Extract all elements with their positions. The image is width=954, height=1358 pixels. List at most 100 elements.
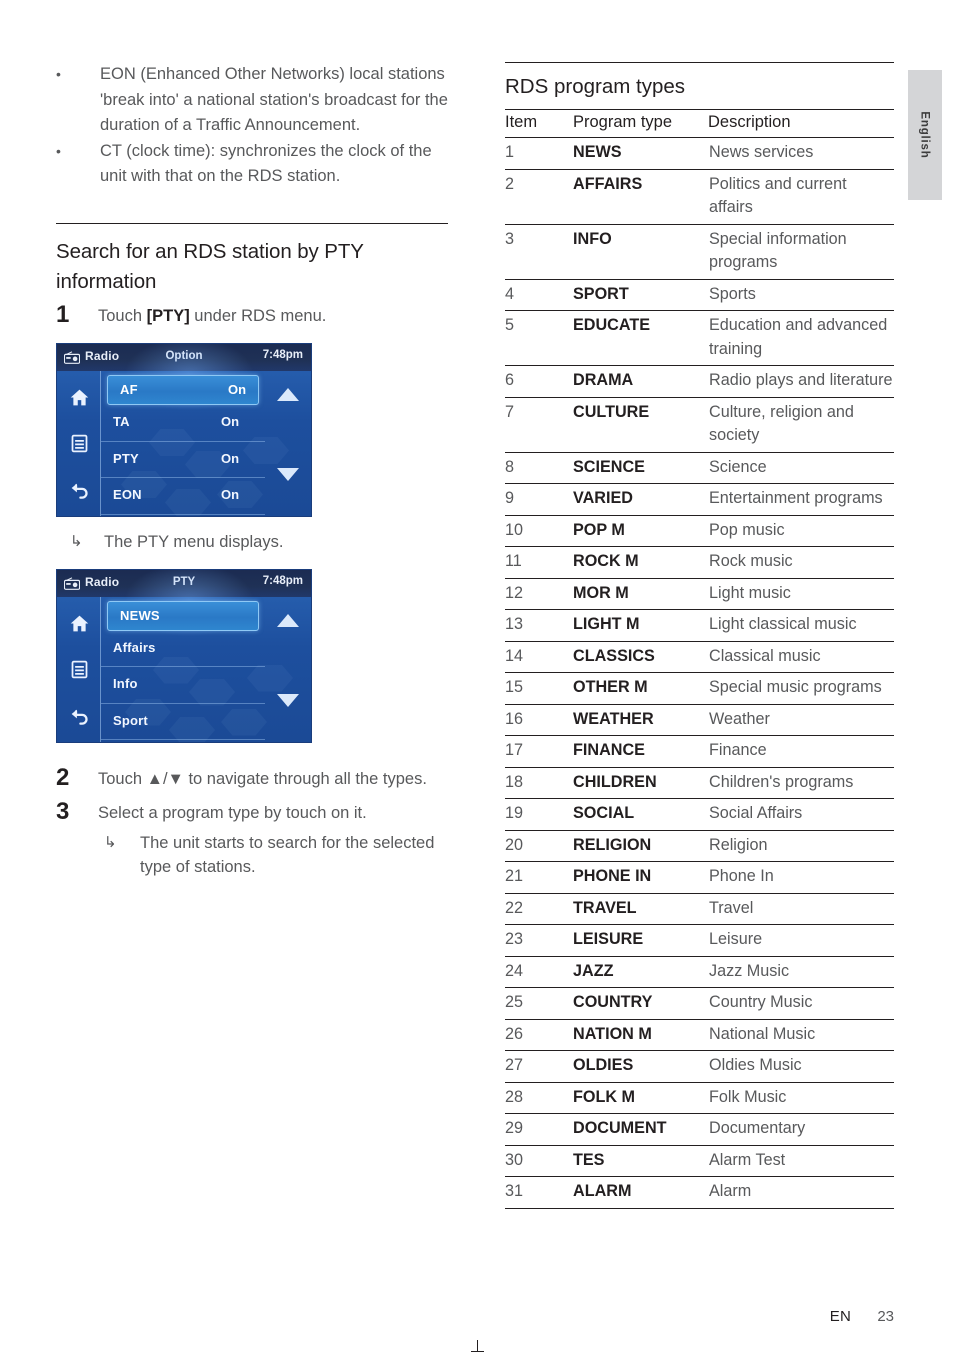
note-after-step-3: ↳ The unit starts to search for the sele… (98, 831, 448, 880)
cell-program-type: TES (573, 1145, 708, 1177)
cell-description: Religion (708, 830, 894, 862)
page-title: Search for an RDS station by PTY informa… (56, 239, 364, 293)
table-row: 22 TRAVEL Travel (505, 893, 894, 925)
table-row: 21 PHONE IN Phone In (505, 861, 894, 894)
cell-program-type: ROCK M (573, 546, 708, 579)
cell-program-type: MOR M (573, 578, 708, 610)
table-row: 16 WEATHER Weather (505, 704, 894, 736)
cell-program-type: CULTURE (573, 397, 708, 453)
device-clock: 7:48pm (262, 574, 303, 587)
list-item: • EON (Enhanced Other Networks) local st… (56, 62, 448, 139)
cell-item: 24 (505, 956, 573, 988)
list-item[interactable]: EON On (101, 478, 265, 515)
crop-mark (471, 1340, 484, 1352)
list-item[interactable]: Sport (101, 704, 265, 740)
row-label: TA (113, 414, 130, 429)
section-divider (505, 62, 894, 63)
list-icon[interactable] (69, 659, 90, 680)
note-text: The unit starts to search for the select… (140, 833, 435, 877)
cell-program-type: POP M (573, 515, 708, 547)
table-row: 11 ROCK M Rock music (505, 546, 894, 579)
cell-program-type: SCIENCE (573, 452, 708, 484)
cell-item: 30 (505, 1145, 573, 1177)
row-label: EON (113, 487, 142, 502)
footer-language-code: EN (829, 1308, 852, 1325)
list-item: • CT (clock time): synchronizes the cloc… (56, 139, 448, 190)
device-body: NEWS Affairs Info Sport (57, 569, 311, 742)
cell-program-type: FOLK M (573, 1082, 708, 1114)
page-number: 23 (877, 1308, 894, 1325)
cell-program-type: INFO (573, 224, 708, 280)
list-item[interactable]: NEWS (107, 600, 259, 631)
cell-description: Jazz Music (708, 956, 894, 988)
device-icon-rail (57, 596, 101, 742)
cell-item: 23 (505, 924, 573, 957)
column-header-description: Description (708, 109, 894, 138)
list-item[interactable]: AF On (107, 375, 259, 405)
cell-description: Light music (708, 578, 894, 610)
cell-program-type: OTHER M (573, 672, 708, 705)
table-row: 1 NEWS News services (505, 137, 894, 170)
row-value: On (221, 487, 240, 502)
cell-description: Country Music (708, 987, 894, 1020)
home-icon[interactable] (69, 613, 90, 634)
cell-program-type: LIGHT M (573, 609, 708, 642)
step-2: 2 Touch ▲/▼ to navigate through all the … (56, 763, 448, 793)
step-text-bold: [PTY] (146, 306, 190, 325)
cell-description: Classical music (708, 641, 894, 673)
home-icon[interactable] (69, 387, 90, 408)
cell-description: Alarm Test (708, 1145, 894, 1177)
table-row: 2 AFFAIRS Politics and current affairs (505, 169, 894, 225)
row-value: On (228, 382, 247, 397)
table-row: 8 SCIENCE Science (505, 452, 894, 484)
cell-description: Phone In (708, 861, 894, 894)
cell-description: Travel (708, 893, 894, 925)
cell-program-type: CLASSICS (573, 641, 708, 673)
scroll-down-icon[interactable] (277, 693, 299, 707)
table-body: 1 NEWS News services 2 AFFAIRS Politics and c… (505, 137, 894, 1209)
cell-program-type: LEISURE (573, 924, 708, 957)
list-item[interactable]: PTY On (101, 442, 265, 478)
device-scroll-arrows (265, 371, 311, 516)
back-icon[interactable] (69, 707, 90, 728)
language-side-tab: English (908, 70, 942, 200)
right-column: RDS program types Item Program type Desc… (505, 62, 894, 1209)
cell-item: 14 (505, 641, 573, 673)
list-item[interactable]: Affairs (101, 631, 265, 667)
table-row: 20 RELIGION Religion (505, 830, 894, 862)
cell-program-type: WEATHER (573, 704, 708, 736)
cell-description: Alarm (708, 1176, 894, 1209)
scroll-up-icon[interactable] (277, 388, 299, 401)
scroll-up-icon[interactable] (277, 613, 299, 627)
device-scroll-arrows (265, 597, 311, 742)
list-item[interactable]: Info (101, 667, 265, 704)
cell-item: 3 (505, 224, 573, 280)
table-row: 7 CULTURE Culture, religion and society (505, 397, 894, 453)
bullet-text: CT (clock time): synchronizes the clock … (100, 141, 432, 186)
bullet-text: EON (Enhanced Other Networks) local stat… (100, 65, 448, 134)
cell-description: National Music (708, 1019, 894, 1051)
table-row: 30 TES Alarm Test (505, 1145, 894, 1177)
cell-item: 26 (505, 1019, 573, 1051)
cell-program-type: OLDIES (573, 1050, 708, 1083)
row-label: Affairs (113, 639, 156, 655)
device-body: AF On TA On PTY On EON On (57, 344, 311, 516)
step-number: 2 (56, 763, 70, 791)
cell-item: 11 (505, 546, 573, 579)
column-header-item: Item (505, 109, 573, 138)
list-item[interactable]: TA On (101, 405, 265, 442)
cell-item: 17 (505, 735, 573, 768)
scroll-down-icon[interactable] (277, 468, 299, 481)
cell-item: 22 (505, 893, 573, 925)
cell-program-type: SPORT (573, 279, 708, 311)
back-icon[interactable] (69, 481, 90, 502)
table-header-row: Item Program type Description (505, 109, 894, 138)
cell-description: Special information programs (708, 224, 894, 280)
cell-item: 7 (505, 397, 573, 453)
step-text-after: under RDS menu. (189, 306, 327, 325)
result-arrow-icon: ↳ (104, 833, 117, 851)
feature-bullet-list: • EON (Enhanced Other Networks) local st… (56, 62, 448, 190)
cell-item: 28 (505, 1082, 573, 1114)
list-icon[interactable] (69, 433, 90, 454)
cell-item: 18 (505, 767, 573, 799)
